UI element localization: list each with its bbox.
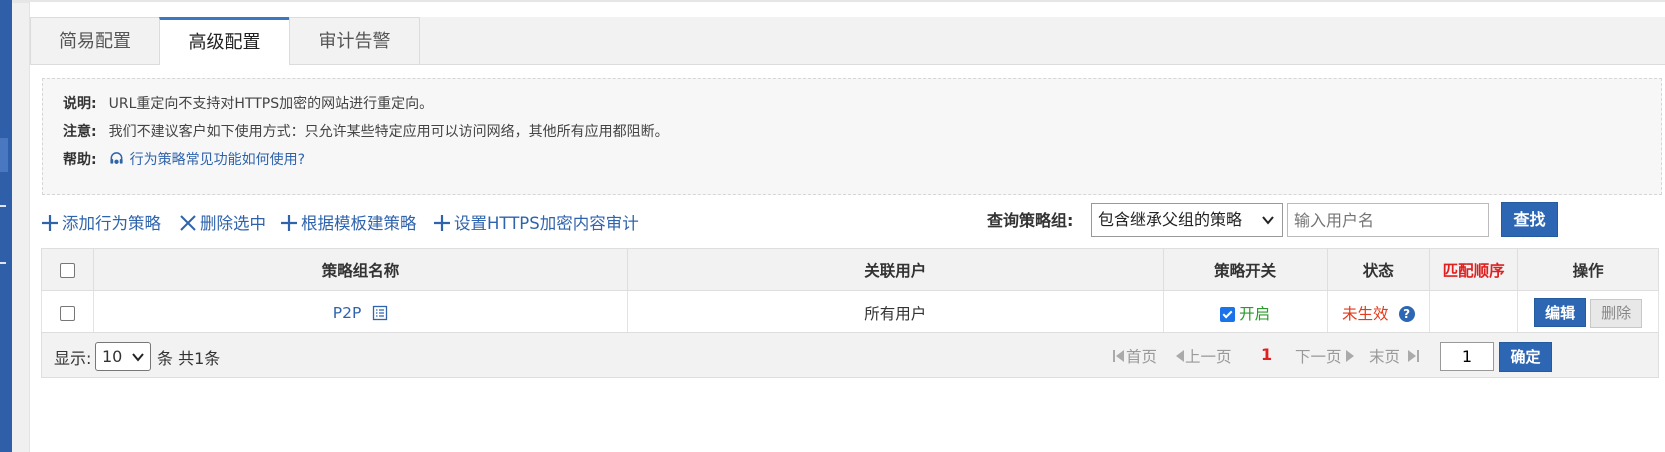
plus-icon <box>434 215 450 231</box>
col-header-users: 关联用户 <box>626 248 1164 291</box>
sidebar-active-marker[interactable] <box>0 138 8 172</box>
list-detail-icon[interactable] <box>372 305 388 321</box>
username-input[interactable] <box>1287 203 1489 237</box>
notice-desc-key: 说明: <box>63 96 97 112</box>
match-order-cell <box>1428 290 1519 335</box>
notice-warn-text: 我们不建议客户如下使用方式：只允许某些特定应用可以访问网络，其他所有应用都阻断。 <box>108 124 669 140</box>
policy-table: 策略组名称 关联用户 策略开关 状态 匹配顺序 操作 P2P 所有用户 开启 未… <box>40 248 1659 335</box>
policy-name-link[interactable]: P2P <box>333 304 362 322</box>
add-policy-button[interactable]: 添加行为策略 <box>41 211 161 237</box>
https-audit-label: 设置HTTPS加密内容审计 <box>454 214 639 233</box>
content-panel: 简易配置 高级配置 审计告警 说明: URL重定向不支持对HTTPS加密的网站进行… <box>29 2 1665 452</box>
notice-box: 说明: URL重定向不支持对HTTPS加密的网站进行重定向。 注意: 我们不建议客户… <box>42 78 1662 195</box>
last-page-icon <box>1408 350 1420 362</box>
template-policy-button[interactable]: 根据模板建策略 <box>280 211 417 237</box>
current-page-number[interactable]: 1 <box>1261 345 1272 364</box>
next-page-icon <box>1345 350 1354 362</box>
edit-button[interactable]: 编辑 <box>1534 297 1587 327</box>
col-header-switch: 策略开关 <box>1162 248 1328 291</box>
last-page-button[interactable]: 末页 <box>1369 345 1420 367</box>
https-audit-button[interactable]: 设置HTTPS加密内容审计 <box>433 211 639 237</box>
template-policy-label: 根据模板建策略 <box>301 214 417 233</box>
next-page-label: 下一页 <box>1295 348 1342 366</box>
notice-warn-row: 注意: 我们不建议客户如下使用方式：只允许某些特定应用可以访问网络，其他所有应用都… <box>63 121 669 141</box>
notice-help-row: 帮助: 行为策略常见功能如何使用? <box>63 149 305 169</box>
status-text: 未生效 <box>1342 304 1389 323</box>
tab-audit-alert[interactable]: 审计告警 <box>289 17 420 64</box>
last-page-label: 末页 <box>1369 348 1401 366</box>
goto-page-input[interactable] <box>1440 342 1494 371</box>
page-size-value: 10 <box>102 347 123 366</box>
close-icon <box>180 215 196 231</box>
select-all-cell <box>40 248 95 291</box>
notice-warn-key: 注意: <box>63 124 97 140</box>
help-link-text: 行为策略常见功能如何使用? <box>129 152 306 168</box>
prev-page-button[interactable]: 上一页 <box>1175 345 1232 367</box>
notice-desc-text: URL重定向不支持对HTTPS加密的网站进行重定向。 <box>108 96 434 112</box>
col-header-actions: 操作 <box>1517 248 1659 291</box>
prev-page-label: 上一页 <box>1185 348 1232 366</box>
col-header-name: 策略组名称 <box>93 248 628 291</box>
notice-help-key: 帮助: <box>63 152 97 168</box>
first-page-label: 首页 <box>1126 348 1158 366</box>
status-cell: 未生效? <box>1326 290 1430 335</box>
page-size-label: 显示: <box>54 349 92 368</box>
goto-confirm-button[interactable]: 确定 <box>1499 342 1552 372</box>
first-page-icon <box>1113 350 1124 362</box>
chevron-down-icon <box>1262 216 1274 225</box>
record-count: 条 共1条 <box>157 349 221 368</box>
headset-icon <box>110 152 123 164</box>
next-page-button[interactable]: 下一页 <box>1295 345 1355 367</box>
query-group-select[interactable]: 包含继承父组的策略 <box>1091 203 1283 237</box>
notice-desc-row: 说明: URL重定向不支持对HTTPS加密的网站进行重定向。 <box>63 93 433 113</box>
row-select-cell <box>40 290 95 335</box>
plus-icon <box>42 215 58 231</box>
policy-switch-cell: 开启 <box>1162 290 1328 335</box>
left-sidebar <box>0 0 12 452</box>
prev-page-icon <box>1176 350 1184 362</box>
tab-bar: 简易配置 高级配置 审计告警 <box>30 17 1665 65</box>
policy-switch-checkbox[interactable] <box>1220 306 1236 322</box>
actions-cell: 编辑 删除 <box>1517 290 1659 335</box>
sidebar-tick <box>0 205 6 207</box>
col-header-status: 状态 <box>1326 248 1430 291</box>
table-header-row: 策略组名称 关联用户 策略开关 状态 匹配顺序 操作 <box>40 248 1659 291</box>
delete-selected-button[interactable]: 删除选中 <box>179 211 266 237</box>
policy-switch-label: 开启 <box>1239 304 1271 323</box>
pagination-bar: 显示: 10 条 共1条 首页 上一页 1 下一页 末页 确定 <box>41 332 1659 378</box>
delete-selected-label: 删除选中 <box>200 214 266 233</box>
linked-users-cell: 所有用户 <box>626 290 1164 335</box>
query-group-label: 查询策略组: <box>987 211 1074 230</box>
first-page-button[interactable]: 首页 <box>1112 345 1157 367</box>
row-checkbox[interactable] <box>60 305 76 321</box>
search-button[interactable]: 查找 <box>1501 202 1558 237</box>
tab-simple-config[interactable]: 简易配置 <box>30 17 160 64</box>
col-header-order[interactable]: 匹配顺序 <box>1428 248 1519 291</box>
chevron-down-icon <box>132 353 144 362</box>
query-group-value: 包含继承父组的策略 <box>1098 210 1243 229</box>
plus-icon <box>281 215 297 231</box>
tab-advanced-config[interactable]: 高级配置 <box>159 17 290 65</box>
select-all-checkbox[interactable] <box>60 262 76 278</box>
add-policy-label: 添加行为策略 <box>62 214 161 233</box>
delete-button[interactable]: 删除 <box>1590 298 1643 328</box>
policy-name-cell: P2P <box>93 290 628 335</box>
page-size-select[interactable]: 10 <box>95 342 151 371</box>
sidebar-tick <box>0 262 6 264</box>
help-link[interactable]: 行为策略常见功能如何使用? <box>109 152 305 168</box>
table-row: P2P 所有用户 开启 未生效? 编辑 删除 <box>40 290 1659 335</box>
question-icon[interactable]: ? <box>1398 305 1415 322</box>
